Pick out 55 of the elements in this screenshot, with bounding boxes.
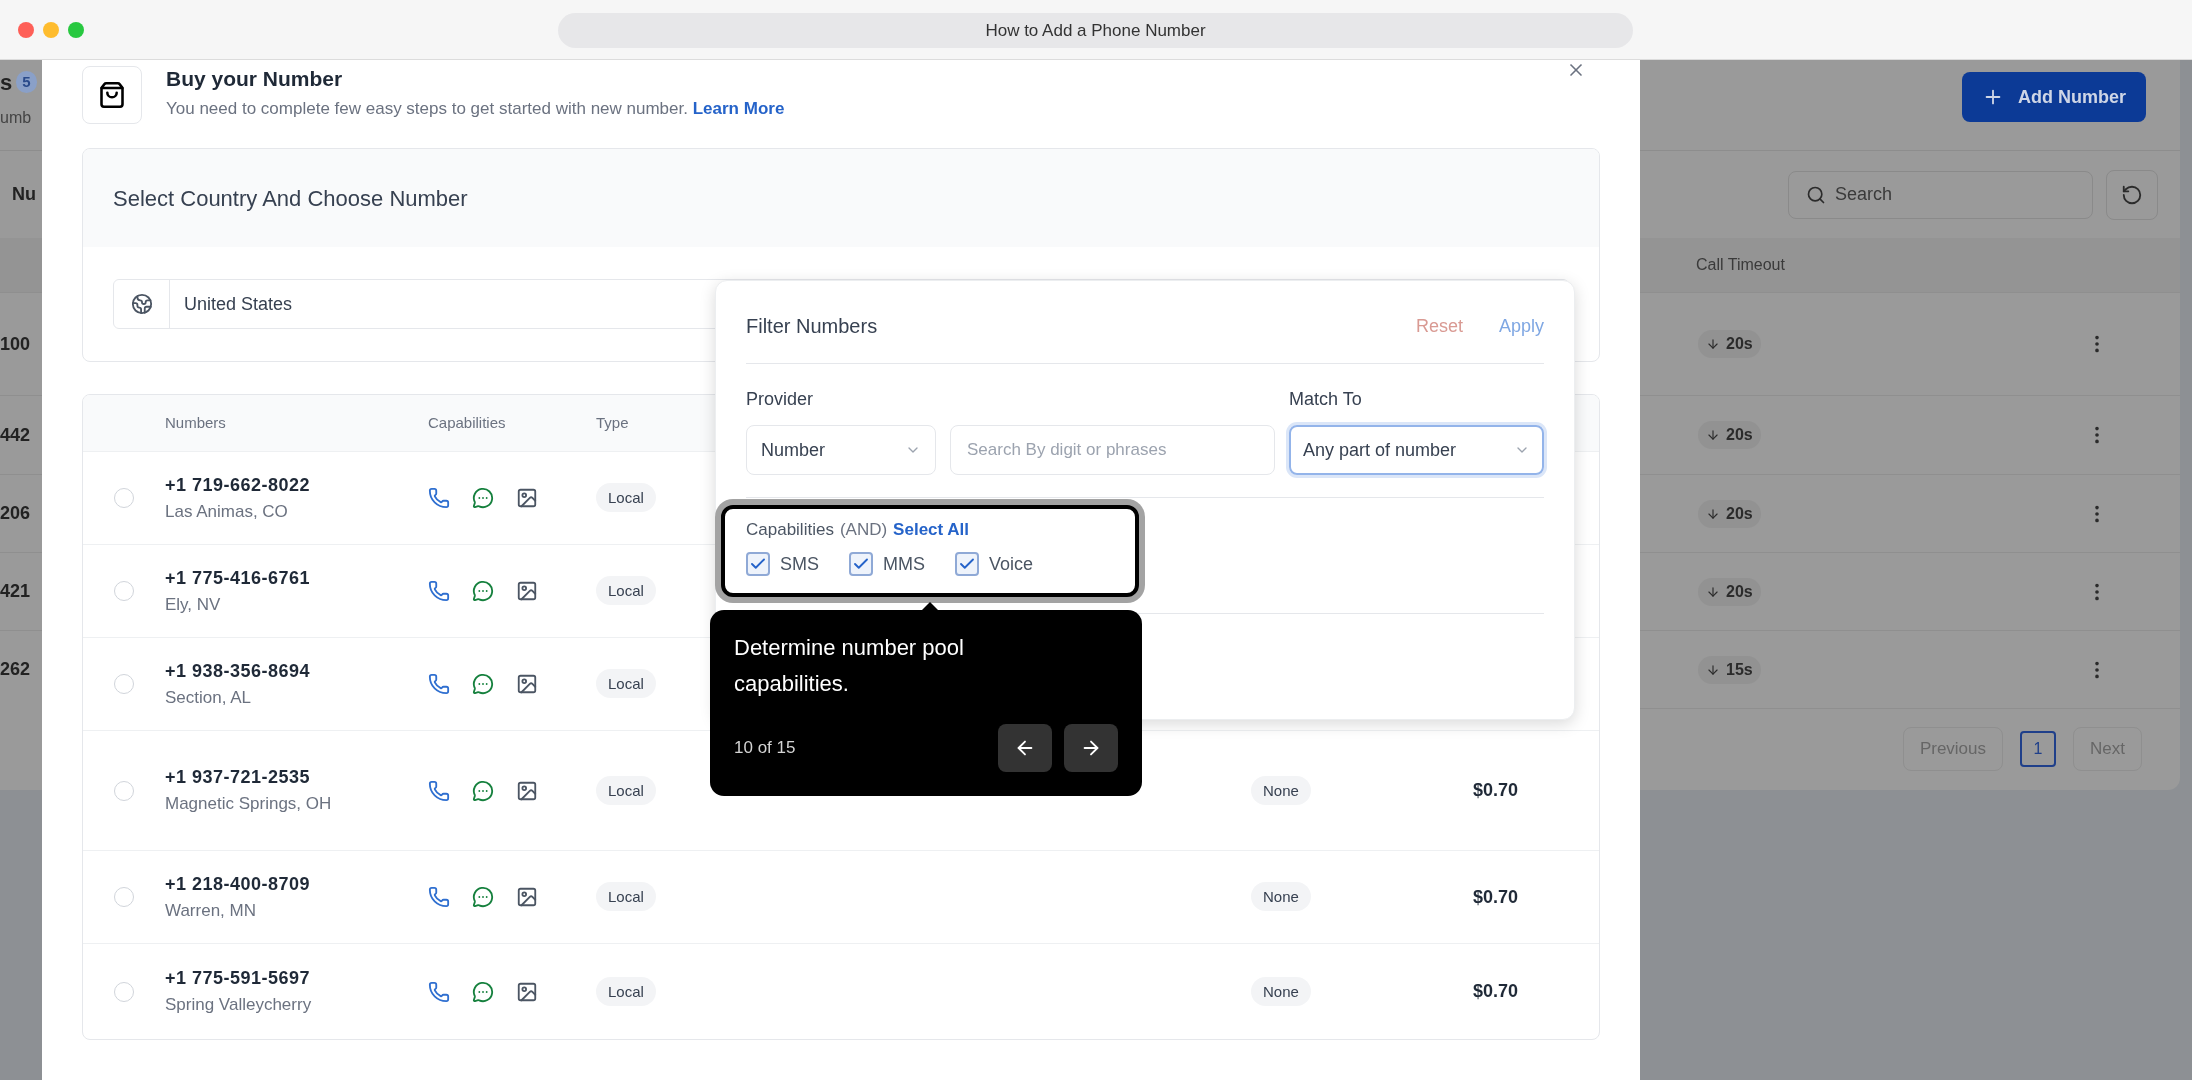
timeout-chip: 20s — [1698, 421, 1761, 449]
column-header: Numbers — [165, 414, 226, 431]
timeout-chip: 20s — [1698, 577, 1761, 606]
page-title: s — [0, 68, 13, 97]
modal-subtitle: You need to complete few easy steps to get started with new number. Learn More — [166, 98, 785, 120]
phone-number: +1 938-356-8694 — [165, 659, 312, 683]
number-cell-text: 206 — [0, 502, 31, 525]
price-text: $0.70 — [1473, 780, 1519, 800]
type-chip: Local — [596, 576, 656, 605]
phone-number: +1 775-591-5697 — [165, 967, 312, 990]
phone-number: +1 218-400-8709 — [165, 872, 312, 896]
location-text: Magnetic Springs, OH — [165, 793, 333, 815]
field-label: Match To — [1289, 388, 1363, 411]
checkbox-label: Voice — [989, 552, 1034, 576]
phone-number: +1 775-416-6761 — [165, 566, 312, 590]
popup-title: Filter Numbers — [746, 314, 878, 339]
modal-title: Buy your Number — [166, 66, 344, 92]
column-header: Type — [596, 414, 629, 431]
checkbox-label: MMS — [883, 552, 925, 576]
number-cell-text: 100 — [0, 332, 31, 356]
type-chip: Local — [596, 775, 656, 805]
location-text: Las Animas, CO — [165, 500, 289, 523]
status-chip: None — [1251, 882, 1311, 911]
country-value: United States — [183, 292, 293, 316]
capabilities-note: (AND) — [839, 519, 888, 541]
status-chip: None — [1251, 976, 1311, 1006]
location-text: Section, AL — [165, 686, 252, 709]
number-cell-text: 421 — [0, 580, 31, 603]
timeout-chip: 20s — [1698, 330, 1761, 358]
section-title: Select Country And Choose Number — [113, 184, 468, 213]
checkbox-label: SMS — [780, 552, 819, 576]
timeout-chip: 15s — [1698, 655, 1761, 684]
status-chip: None — [1251, 775, 1311, 805]
price-text: $0.70 — [1473, 981, 1519, 1001]
column-header: Capabilities — [428, 414, 506, 431]
count-badge: 5 — [16, 70, 37, 94]
phone-number: +1 719-662-8022 — [165, 473, 312, 497]
price-text: $0.70 — [1473, 886, 1519, 907]
phone-number: +1 937-721-2535 — [165, 766, 312, 789]
type-chip: Local — [596, 669, 656, 698]
number-cell-text: 262 — [0, 658, 31, 681]
number-cell-text: 442 — [0, 423, 31, 447]
location-text: Warren, MN — [165, 899, 257, 922]
timeout-chip: 20s — [1698, 499, 1761, 528]
location-text: Ely, NV — [165, 593, 222, 616]
step-counter: 10 of 15 — [734, 737, 796, 760]
location-text: Spring Valleycherry — [165, 994, 313, 1016]
type-chip: Local — [596, 483, 656, 512]
column-header: Call Timeout — [1696, 255, 1785, 275]
capabilities-label: Capabilities — [746, 519, 834, 541]
tour-text: Determine number pool capabilities. — [734, 634, 965, 698]
type-chip: Local — [596, 882, 656, 911]
page-subtitle: umb — [0, 108, 32, 128]
type-chip: Local — [596, 976, 656, 1006]
field-label: Provider — [746, 388, 815, 411]
